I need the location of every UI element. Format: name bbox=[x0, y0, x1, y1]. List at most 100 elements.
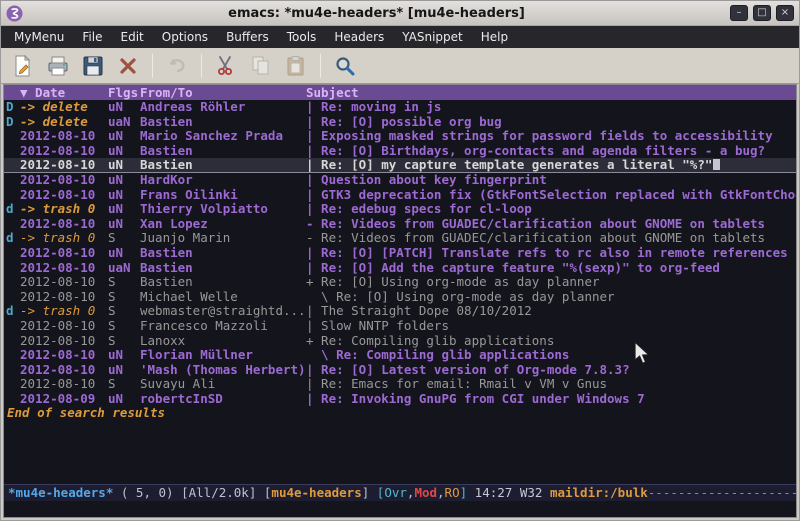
message-row[interactable]: 2012-08-10uNFlorian Müllner \ Re: Compil… bbox=[4, 348, 796, 363]
message-row[interactable]: 2012-08-10uNBastien| Re: [O] my capture … bbox=[4, 158, 796, 173]
msg-flags: S bbox=[108, 290, 140, 305]
modeline-segment: Ovr bbox=[384, 485, 407, 500]
print-button[interactable] bbox=[44, 52, 72, 80]
msg-mark bbox=[4, 275, 20, 290]
title-bar: emacs: *mu4e-headers* [mu4e-headers] – □… bbox=[1, 1, 799, 26]
msg-mark bbox=[4, 319, 20, 334]
paste-icon bbox=[284, 54, 308, 78]
message-row[interactable]: 2012-08-10uNBastien| Re: [O] [PATCH] Tra… bbox=[4, 246, 796, 261]
msg-mark bbox=[4, 158, 20, 172]
message-row[interactable]: 2012-08-10uNBastien| Re: [O] Birthdays, … bbox=[4, 144, 796, 159]
header-subject-col[interactable]: Subject bbox=[306, 85, 796, 100]
menu-options[interactable]: Options bbox=[153, 27, 217, 47]
message-row[interactable]: 2012-08-10uNHardKor| Question about key … bbox=[4, 173, 796, 188]
modeline-segment: maildir:/bulk bbox=[550, 485, 648, 500]
message-row[interactable]: 2012-08-10SMichael Welle \ Re: [O] Using… bbox=[4, 290, 796, 305]
search-icon bbox=[333, 54, 357, 78]
header-date-col[interactable]: ▼ Date bbox=[20, 85, 108, 100]
menu-help[interactable]: Help bbox=[472, 27, 517, 47]
header-from-col[interactable]: From/To bbox=[140, 85, 306, 100]
msg-mark bbox=[4, 129, 20, 144]
message-row[interactable]: 2012-08-10uNMario Sanchez Prada| Exposin… bbox=[4, 129, 796, 144]
msg-date: -> trash 0 bbox=[20, 304, 108, 319]
message-row[interactable]: 2012-08-10SFrancesco Mazzoli| Slow NNTP … bbox=[4, 319, 796, 334]
maximize-button[interactable]: □ bbox=[753, 5, 771, 21]
minibuffer[interactable] bbox=[4, 501, 796, 517]
msg-from: Bastien bbox=[140, 275, 306, 290]
message-row[interactable]: d-> trash 0Swebmaster@straightd...| The … bbox=[4, 304, 796, 319]
msg-date: 2012-08-10 bbox=[20, 144, 108, 159]
search-button[interactable] bbox=[331, 52, 359, 80]
modeline-segment: ( 5, 0) bbox=[113, 485, 181, 500]
msg-date: 2012-08-10 bbox=[20, 377, 108, 392]
new-file-button[interactable] bbox=[9, 52, 37, 80]
message-row[interactable]: D-> deleteuNAndreas Röhler| Re: moving i… bbox=[4, 100, 796, 115]
msg-flags: S bbox=[108, 334, 140, 349]
msg-date: 2012-08-10 bbox=[20, 319, 108, 334]
close-button[interactable] bbox=[114, 52, 142, 80]
msg-from: HardKor bbox=[140, 173, 306, 188]
message-row[interactable]: 2012-08-10uNFrans Oilinki| GTK3 deprecat… bbox=[4, 188, 796, 203]
msg-subject: - Re: Videos from GUADEC/clarification a… bbox=[306, 231, 796, 246]
msg-mark bbox=[4, 363, 20, 378]
menu-mymenu[interactable]: MyMenu bbox=[5, 27, 73, 47]
toolbar-separator bbox=[152, 54, 153, 78]
window-title: emacs: *mu4e-headers* [mu4e-headers] bbox=[28, 6, 725, 21]
msg-from: webmaster@straightd... bbox=[140, 304, 306, 319]
msg-subject: | Re: [O] Add the capture feature "%(sex… bbox=[306, 261, 796, 276]
buffer-area: ▼ Date Flgs From/To Subject D-> deleteuN… bbox=[3, 84, 797, 518]
save-button[interactable] bbox=[79, 52, 107, 80]
msg-mark bbox=[4, 334, 20, 349]
msg-flags: S bbox=[108, 319, 140, 334]
msg-mark bbox=[4, 246, 20, 261]
msg-flags: S bbox=[108, 231, 140, 246]
msg-mark bbox=[4, 290, 20, 305]
msg-flags: S bbox=[108, 304, 140, 319]
msg-subject: | Re: moving in js bbox=[306, 100, 796, 115]
message-row[interactable]: 2012-08-10SLanoxx+ Re: Compiling glib ap… bbox=[4, 334, 796, 349]
menu-bar: MyMenuFileEditOptionsBuffersToolsHeaders… bbox=[1, 26, 799, 48]
msg-from: Juanjo Marin bbox=[140, 231, 306, 246]
minimize-button[interactable]: – bbox=[730, 5, 748, 21]
msg-from: Lanoxx bbox=[140, 334, 306, 349]
message-row[interactable]: 2012-08-10SBastien+ Re: [O] Using org-mo… bbox=[4, 275, 796, 290]
msg-flags: uN bbox=[108, 217, 140, 232]
msg-from: 'Mash (Thomas Herbert) bbox=[140, 363, 306, 378]
emacs-window: emacs: *mu4e-headers* [mu4e-headers] – □… bbox=[0, 0, 800, 521]
msg-subject: | Re: [O] [PATCH] Translate refs to rc a… bbox=[306, 246, 796, 261]
msg-subject: | GTK3 deprecation fix (GtkFontSelection… bbox=[306, 188, 796, 203]
msg-from: Bastien bbox=[140, 144, 306, 159]
msg-from: robertcInSD bbox=[140, 392, 306, 407]
message-row[interactable]: d-> trash 0uNThierry Volpiatto| Re: edeb… bbox=[4, 202, 796, 217]
msg-from: Bastien bbox=[140, 115, 306, 130]
menu-yasnippet[interactable]: YASnippet bbox=[393, 27, 472, 47]
message-row[interactable]: D-> deleteuaNBastien| Re: [O] possible o… bbox=[4, 115, 796, 130]
msg-from: Michael Welle bbox=[140, 290, 306, 305]
header-line: ▼ Date Flgs From/To Subject bbox=[4, 85, 796, 100]
modeline-segment: ] bbox=[362, 485, 377, 500]
cut-button[interactable] bbox=[212, 52, 240, 80]
save-icon bbox=[81, 54, 105, 78]
msg-flags: uN bbox=[108, 348, 140, 363]
msg-subject: | Re: [O] Latest version of Org-mode 7.8… bbox=[306, 363, 796, 378]
close-button[interactable]: × bbox=[776, 5, 794, 21]
message-row[interactable]: 2012-08-10uNXan Lopez- Re: Videos from G… bbox=[4, 217, 796, 232]
message-row[interactable]: 2012-08-10SSuvayu Ali| Re: Emacs for ema… bbox=[4, 377, 796, 392]
msg-date: -> delete bbox=[20, 100, 108, 115]
menu-tools[interactable]: Tools bbox=[278, 27, 326, 47]
toolbar-separator bbox=[201, 54, 202, 78]
undo-icon bbox=[165, 54, 189, 78]
menu-file[interactable]: File bbox=[73, 27, 111, 47]
msg-from: Frans Oilinki bbox=[140, 188, 306, 203]
message-row[interactable]: 2012-08-10uN'Mash (Thomas Herbert)| Re: … bbox=[4, 363, 796, 378]
msg-from: Mario Sanchez Prada bbox=[140, 129, 306, 144]
menu-headers[interactable]: Headers bbox=[325, 27, 393, 47]
menu-buffers[interactable]: Buffers bbox=[217, 27, 278, 47]
message-row[interactable]: 2012-08-10uaNBastien| Re: [O] Add the ca… bbox=[4, 261, 796, 276]
header-flags-col[interactable]: Flgs bbox=[108, 85, 140, 100]
menu-edit[interactable]: Edit bbox=[112, 27, 153, 47]
message-row[interactable]: d-> trash 0SJuanjo Marin- Re: Videos fro… bbox=[4, 231, 796, 246]
mode-line: *mu4e-headers* ( 5, 0) [All/2.0k] [mu4e-… bbox=[4, 484, 796, 501]
msg-date: 2012-08-10 bbox=[20, 129, 108, 144]
message-row[interactable]: 2012-08-09uNrobertcInSD| Re: Invoking Gn… bbox=[4, 392, 796, 407]
